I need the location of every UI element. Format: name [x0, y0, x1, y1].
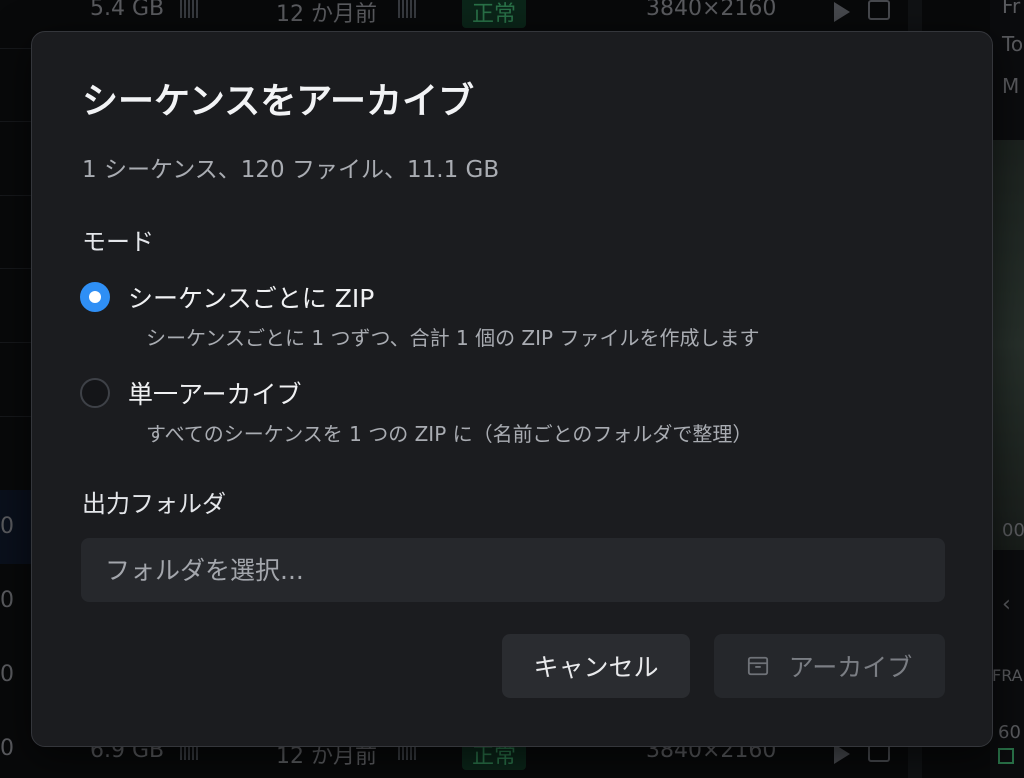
- radio-label: シーケンスごとに ZIP: [128, 284, 375, 313]
- radio-description: すべてのシーケンスを 1 つの ZIP に（名前ごとのフォルダで整理）: [146, 422, 753, 446]
- archive-button[interactable]: アーカイブ: [714, 634, 945, 698]
- radio-description: シーケンスごとに 1 つずつ、合計 1 個の ZIP ファイルを作成します: [146, 326, 760, 350]
- output-folder-label: 出力フォルダ: [82, 490, 226, 518]
- radio-per-sequence-zip[interactable]: シーケンスごとに ZIP: [80, 279, 374, 315]
- radio-button-checked[interactable]: [80, 282, 110, 312]
- radio-button[interactable]: [80, 378, 110, 408]
- cancel-button[interactable]: キャンセル: [502, 634, 690, 698]
- archive-button-label: アーカイブ: [788, 653, 913, 682]
- archive-dialog: シーケンスをアーカイブ 1 シーケンス、120 ファイル、11.1 GB モード…: [31, 31, 993, 747]
- dialog-title: シーケンスをアーカイブ: [82, 81, 475, 122]
- archive-box-icon: [747, 656, 768, 676]
- mode-label: モード: [82, 228, 154, 256]
- dialog-summary: 1 シーケンス、120 ファイル、11.1 GB: [82, 157, 500, 183]
- radio-single-archive[interactable]: 単一アーカイブ: [80, 375, 302, 411]
- radio-label: 単一アーカイブ: [128, 380, 302, 409]
- folder-select-input[interactable]: [81, 538, 945, 602]
